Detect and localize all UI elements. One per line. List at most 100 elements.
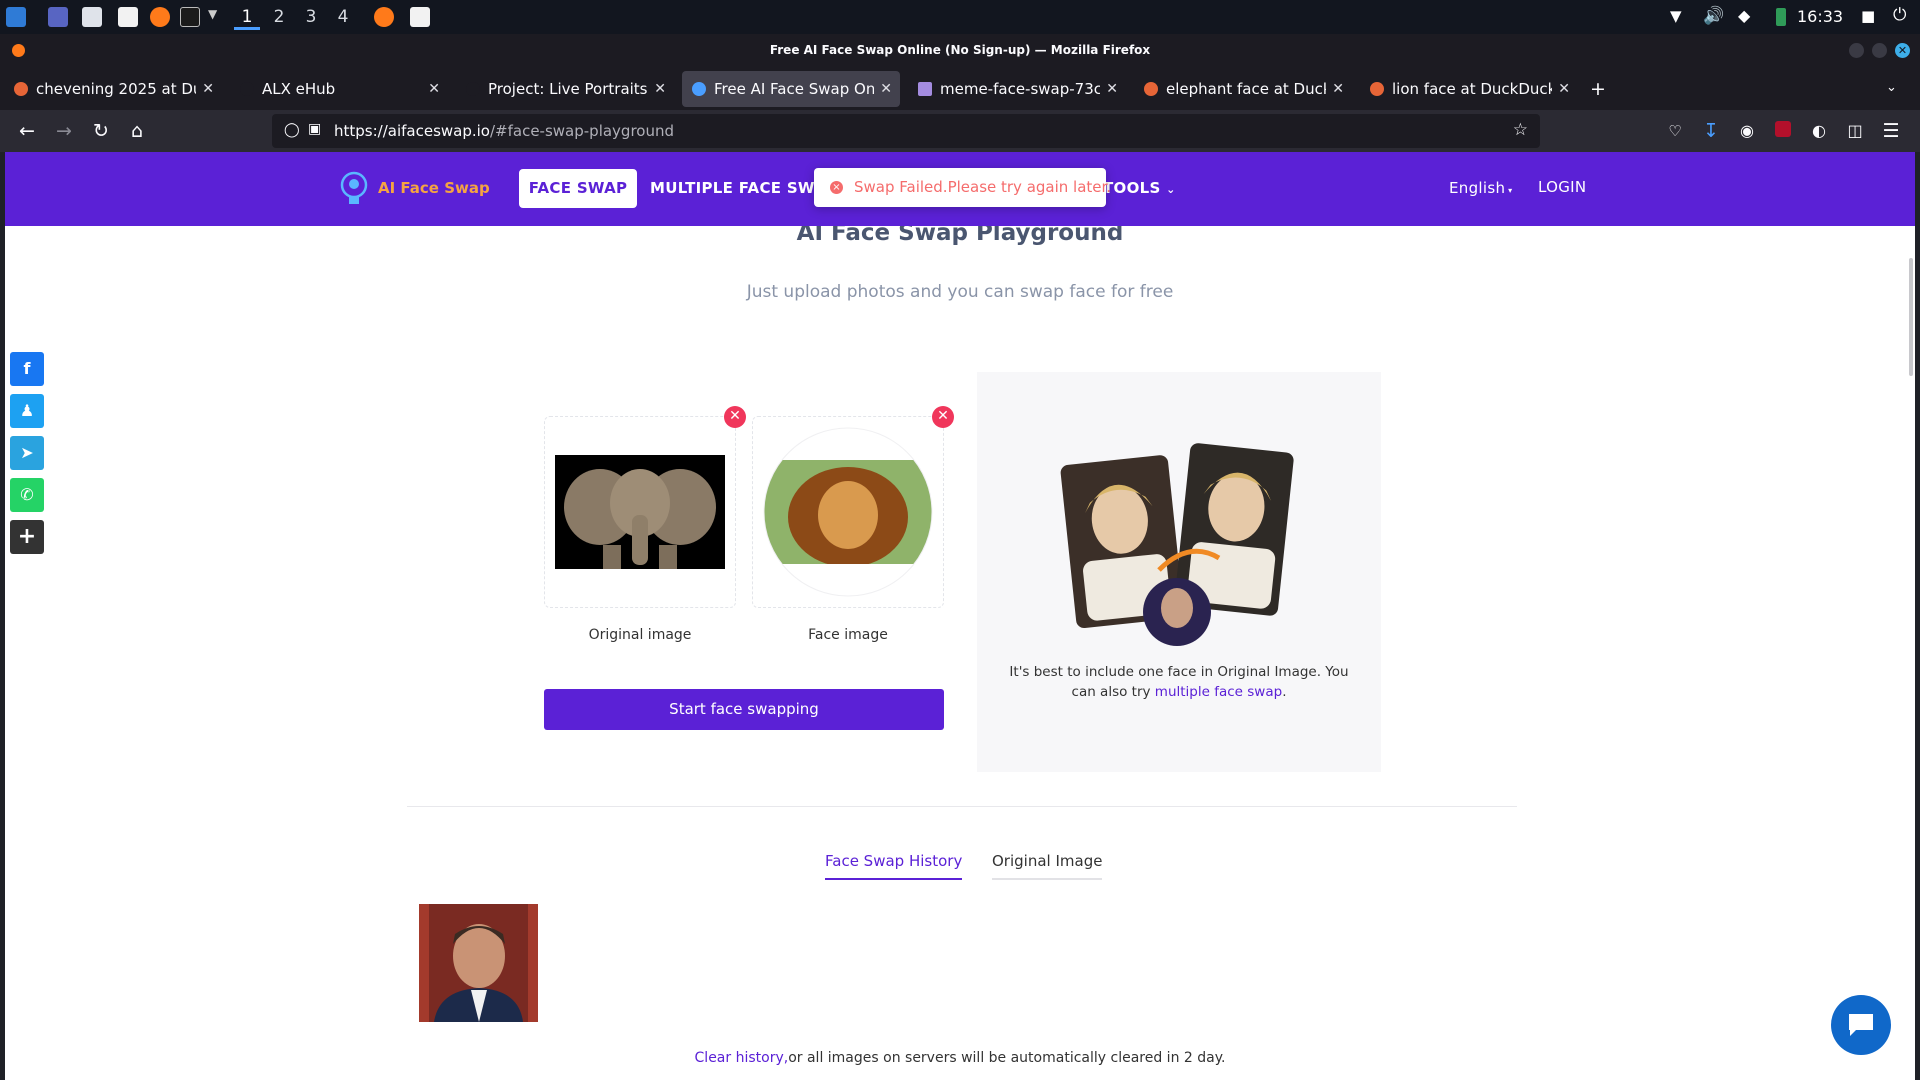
battery-icon[interactable] <box>1776 8 1786 26</box>
workspace-1[interactable]: 1 <box>234 6 260 30</box>
error-icon: × <box>830 181 843 194</box>
project-favicon-icon <box>466 82 480 96</box>
tab-meme[interactable]: meme-face-swap-73c2ff ✕ <box>908 71 1126 107</box>
brand-name: AI Face Swap <box>378 179 490 197</box>
text-editor-icon[interactable] <box>118 7 138 27</box>
pocket-icon[interactable]: ♡ <box>1662 118 1688 144</box>
close-window-button[interactable]: ✕ <box>1895 43 1910 58</box>
caret-down-icon: ▾ <box>1505 186 1513 195</box>
workspace-4[interactable]: 4 <box>330 6 356 30</box>
tab-chevening[interactable]: chevening 2025 at DuckD ✕ <box>4 71 222 107</box>
tab-live-portraits[interactable]: Project: Live Portraits, De ✕ <box>456 71 674 107</box>
remove-original-image-button[interactable]: ✕ <box>724 406 746 428</box>
extensions-icon[interactable]: ◫ <box>1842 118 1868 144</box>
lock-icon[interactable]: ▣ <box>308 121 321 137</box>
notifications-icon[interactable]: ◆ <box>1738 6 1750 25</box>
clear-history-note: Clear history,or all images on servers w… <box>694 1050 1226 1066</box>
start-face-swapping-button[interactable]: Start face swapping <box>544 689 944 730</box>
original-image-caption: Original image <box>588 627 692 643</box>
editor-window-icon[interactable] <box>410 7 430 27</box>
chat-bubble-icon <box>1849 1014 1873 1036</box>
multiple-face-swap-link[interactable]: multiple face swap <box>1155 684 1282 700</box>
workspace-2[interactable]: 2 <box>266 6 292 30</box>
nav-multiple-face-swap[interactable]: MULTIPLE FACE SWA <box>650 169 826 208</box>
account-icon[interactable]: ◉ <box>1734 118 1760 144</box>
shield-icon[interactable]: ◯ <box>284 122 300 138</box>
nav-tools[interactable]: TOOLS ⌄ <box>1103 169 1176 208</box>
telegram-share-button[interactable]: ➤ <box>10 436 44 470</box>
site-header: AI Face Swap FACE SWAP MULTIPLE FACE SWA… <box>5 152 1915 226</box>
tab-lion[interactable]: lion face at DuckDuckGo ✕ <box>1360 71 1578 107</box>
forward-button[interactable]: → <box>51 118 77 144</box>
original-image-upload[interactable] <box>544 416 736 608</box>
language-select[interactable]: English ▾ <box>1449 169 1512 208</box>
system-taskbar: ▼ 1 2 3 4 ▼ 🔊 ◆ 16:33 ■ ⏻ <box>0 0 1920 34</box>
wifi-icon[interactable]: ▼ <box>1670 7 1682 25</box>
remove-face-image-button[interactable]: ✕ <box>932 406 954 428</box>
cube-favicon-icon <box>918 82 932 96</box>
bookmark-star-icon[interactable]: ☆ <box>1513 120 1528 140</box>
close-icon[interactable]: ✕ <box>1106 71 1118 107</box>
maximize-button[interactable] <box>1872 43 1887 58</box>
navigation-toolbar: ← → ↻ ⌂ ◯ ▣ https://aifaceswap.io/#face-… <box>0 110 1920 152</box>
clear-history-link[interactable]: Clear history, <box>695 1050 789 1066</box>
twitter-share-button[interactable]: ♟ <box>10 394 44 428</box>
reload-button[interactable]: ↻ <box>88 118 114 144</box>
firefox-window-icon[interactable] <box>374 7 394 27</box>
tab-elephant[interactable]: elephant face at DuckDuc ✕ <box>1134 71 1352 107</box>
app-launcher-icon[interactable] <box>6 7 26 27</box>
close-icon[interactable]: ✕ <box>654 71 666 107</box>
tip-text: It's best to include one face in Origina… <box>1009 664 1349 700</box>
duckduckgo-favicon-icon <box>1144 82 1158 96</box>
face-swap-example-illustration <box>1060 443 1294 646</box>
terminal-icon[interactable] <box>180 7 200 27</box>
chevron-down-icon[interactable]: ▼ <box>208 7 217 21</box>
power-icon[interactable]: ⏻ <box>1893 5 1906 25</box>
list-tabs-icon[interactable]: ⌄ <box>1886 80 1897 95</box>
tab-original-image[interactable]: Original Image <box>992 852 1103 880</box>
facebook-share-button[interactable]: f <box>10 352 44 386</box>
privacy-extension-icon[interactable]: ◐ <box>1806 118 1832 144</box>
login-link[interactable]: LOGIN <box>1538 168 1586 207</box>
workspace-3[interactable]: 3 <box>298 6 324 30</box>
close-icon[interactable]: ✕ <box>428 71 440 107</box>
error-toast: × Swap Failed.Please try again later. <box>814 168 1111 207</box>
volume-icon[interactable]: 🔊 <box>1703 6 1724 26</box>
desktop-icon[interactable] <box>48 7 68 27</box>
close-icon[interactable]: ✕ <box>202 71 214 107</box>
tab-face-swap-history[interactable]: Face Swap History <box>825 852 963 880</box>
clock[interactable]: 16:33 <box>1797 7 1843 26</box>
close-icon[interactable]: ✕ <box>880 71 892 107</box>
lion-image <box>763 427 933 597</box>
duckduckgo-favicon-icon <box>14 82 28 96</box>
chevron-down-icon: ⌄ <box>1166 183 1176 196</box>
chat-support-button[interactable] <box>1831 995 1891 1055</box>
downloads-icon[interactable]: ↧ <box>1698 118 1724 144</box>
duckduckgo-favicon-icon <box>1370 82 1384 96</box>
home-button[interactable]: ⌂ <box>124 118 150 144</box>
firefox-icon[interactable] <box>150 7 170 27</box>
tab-alx[interactable]: ALX eHub ✕ <box>230 71 448 107</box>
elephant-image <box>555 455 725 569</box>
firefox-logo-icon <box>12 44 25 57</box>
whatsapp-share-button[interactable]: ✆ <box>10 478 44 512</box>
page-scrollbar[interactable] <box>1909 258 1913 376</box>
face-image-upload[interactable] <box>752 416 944 608</box>
lock-icon[interactable]: ■ <box>1861 7 1875 25</box>
tab-faceswap[interactable]: Free AI Face Swap Online ✕ <box>682 71 900 107</box>
close-icon[interactable]: ✕ <box>1558 71 1570 107</box>
url-text[interactable]: https://aifaceswap.io/#face-swap-playgro… <box>334 122 674 140</box>
minimize-button[interactable] <box>1849 43 1864 58</box>
extension-badge-icon[interactable] <box>1770 118 1796 144</box>
lightbulb-face-icon <box>340 171 368 204</box>
url-bar[interactable]: ◯ ▣ https://aifaceswap.io/#face-swap-pla… <box>272 114 1540 148</box>
error-message: Swap Failed.Please try again later. <box>854 178 1112 196</box>
file-manager-icon[interactable] <box>82 7 102 27</box>
new-tab-button[interactable]: + <box>1590 78 1606 100</box>
menu-icon[interactable]: ☰ <box>1878 118 1904 144</box>
nav-face-swap[interactable]: FACE SWAP <box>519 169 637 208</box>
close-icon[interactable]: ✕ <box>1332 71 1344 107</box>
history-thumbnail[interactable] <box>419 904 538 1022</box>
more-share-button[interactable]: + <box>10 520 44 554</box>
back-button[interactable]: ← <box>14 118 40 144</box>
